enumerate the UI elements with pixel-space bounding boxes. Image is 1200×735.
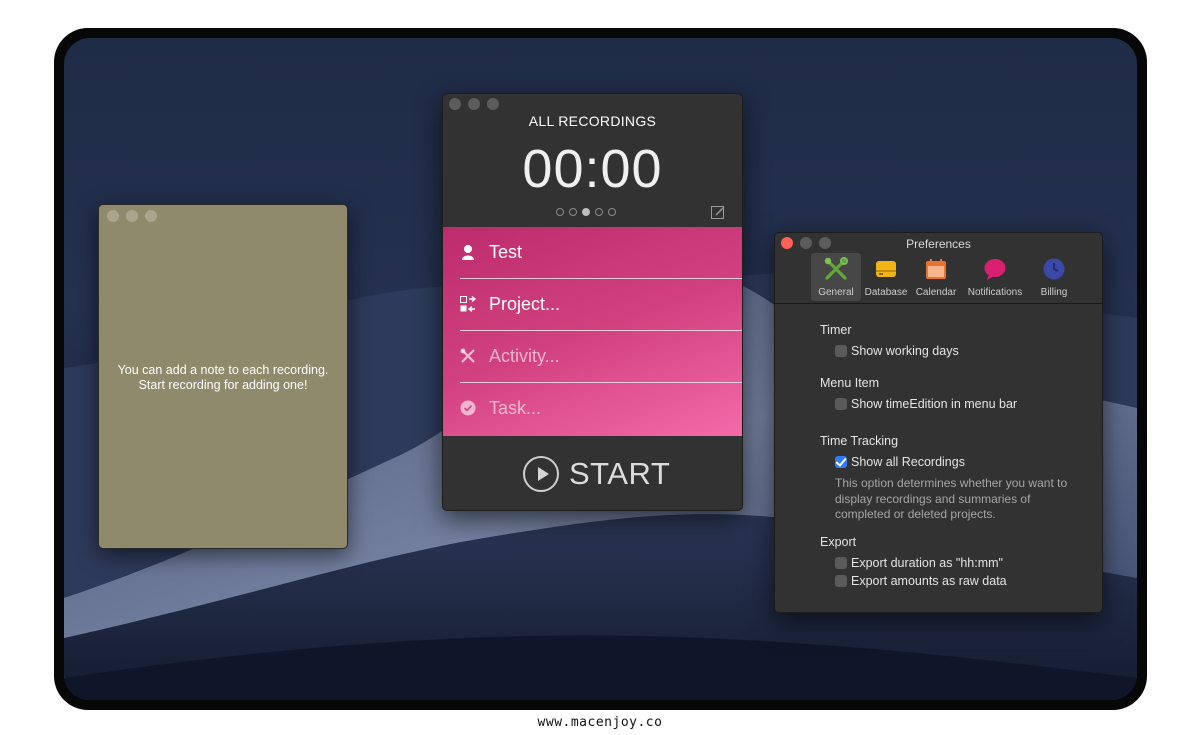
- export-duration-checkbox[interactable]: Export duration as "hh:mm": [835, 556, 1003, 570]
- show-working-days-label: Show working days: [851, 344, 959, 358]
- person-icon: [462, 245, 474, 260]
- tools-icon: [824, 257, 848, 280]
- export-duration-label: Export duration as "hh:mm": [851, 556, 1003, 570]
- minimize-button[interactable]: [468, 98, 480, 110]
- close-button[interactable]: [449, 98, 461, 110]
- show-working-days-checkbox[interactable]: Show working days: [835, 344, 959, 358]
- checkbox-box[interactable]: [835, 575, 847, 587]
- show-all-recordings-checkbox[interactable]: Show all Recordings: [835, 455, 965, 469]
- start-button[interactable]: START: [523, 452, 670, 496]
- project-field-label: Project...: [489, 294, 561, 314]
- checkbox-box[interactable]: [835, 557, 847, 569]
- preferences-window: Preferences General Database Calendar No…: [774, 232, 1103, 613]
- play-icon: [523, 456, 559, 492]
- minimize-button[interactable]: [126, 210, 138, 222]
- project-field[interactable]: Project...: [443, 279, 742, 331]
- activity-field-label: Activity...: [489, 346, 560, 366]
- show-in-menu-bar-label: Show timeEdition in menu bar: [851, 397, 1018, 411]
- calendar-icon: [926, 259, 946, 279]
- show-in-menu-bar-checkbox[interactable]: Show timeEdition in menu bar: [835, 397, 1017, 411]
- project-icon: [460, 296, 476, 312]
- help-line: completed or deleted projects.: [835, 507, 996, 521]
- section-heading-export: Export: [820, 535, 857, 549]
- client-field-label: Test: [489, 242, 523, 262]
- page-indicator[interactable]: [556, 208, 616, 216]
- section-heading-menu-item: Menu Item: [820, 376, 880, 390]
- activity-field[interactable]: Activity...: [443, 331, 742, 383]
- preferences-title: Preferences: [906, 237, 971, 251]
- check-circle-icon: [460, 400, 476, 416]
- note-hint-text: You can add a note to each recording. St…: [99, 363, 347, 393]
- section-heading-time-tracking: Time Tracking: [820, 434, 899, 448]
- export-amounts-label: Export amounts as raw data: [851, 574, 1007, 588]
- tools-icon: [460, 348, 475, 363]
- preferences-toolbar: General Database Calendar Notifications: [811, 253, 1079, 301]
- tab-billing-label: Billing: [1040, 287, 1068, 298]
- checkbox-box[interactable]: [835, 345, 847, 357]
- task-field[interactable]: Task...: [443, 383, 742, 435]
- recording-fields-panel: Test Project... Activity... Task...: [443, 227, 742, 436]
- time-tracking-help-text: This option determines whether you want …: [835, 476, 1085, 523]
- note-window: You can add a note to each recording. St…: [98, 204, 348, 549]
- help-line: This option determines whether you want …: [835, 476, 1068, 490]
- checkbox-box[interactable]: [835, 398, 847, 410]
- toolbar-divider: [775, 303, 1102, 304]
- page-dot[interactable]: [569, 208, 577, 216]
- note-hint-line1: You can add a note to each recording.: [117, 363, 329, 377]
- clock-icon: [1043, 258, 1065, 280]
- timer-title: ALL RECORDINGS: [528, 113, 657, 129]
- export-amounts-checkbox[interactable]: Export amounts as raw data: [835, 574, 1007, 588]
- help-line: display recordings and summaries of: [835, 491, 1031, 506]
- note-window-controls: [107, 210, 157, 222]
- page-dot[interactable]: [595, 208, 603, 216]
- timer-window: ALL RECORDINGS 00:00 Test Project... Act…: [442, 93, 743, 511]
- task-field-label: Task...: [489, 398, 542, 418]
- timer-window-controls: [449, 98, 499, 110]
- start-button-label: START: [569, 456, 671, 491]
- zoom-button[interactable]: [145, 210, 157, 222]
- note-hint-line2: Start recording for adding one!: [138, 378, 308, 392]
- edit-note-icon[interactable]: [711, 205, 725, 219]
- footer-url: www.macenjoy.co: [537, 715, 663, 730]
- page-dot-active[interactable]: [582, 208, 590, 216]
- timer-clock: 00:00: [522, 139, 663, 199]
- page-dot[interactable]: [608, 208, 616, 216]
- close-button[interactable]: [107, 210, 119, 222]
- zoom-button[interactable]: [487, 98, 499, 110]
- show-all-recordings-label: Show all Recordings: [851, 455, 965, 469]
- speech-bubble-icon: [984, 259, 1006, 280]
- checkbox-box-checked[interactable]: [835, 456, 847, 468]
- section-heading-timer: Timer: [820, 323, 852, 337]
- page-dot[interactable]: [556, 208, 564, 216]
- tab-billing[interactable]: Billing: [1029, 253, 1079, 301]
- client-field[interactable]: Test: [443, 227, 742, 279]
- database-icon: [876, 261, 896, 277]
